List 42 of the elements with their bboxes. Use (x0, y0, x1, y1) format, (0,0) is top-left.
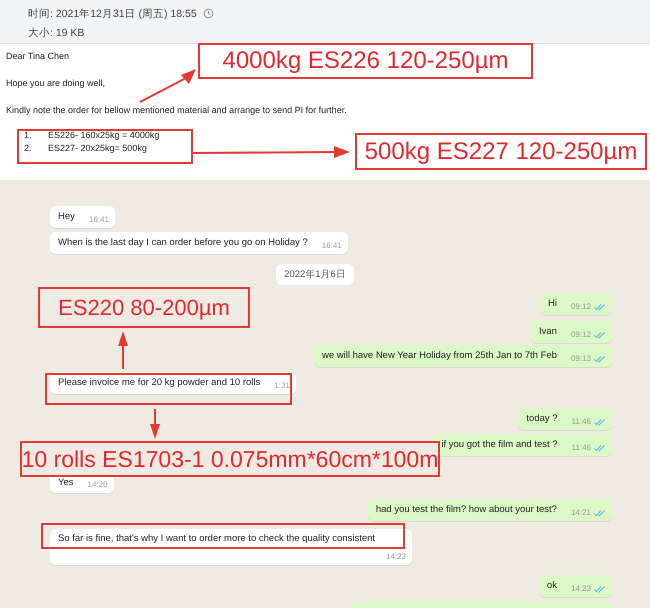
list-number: 2. (24, 142, 32, 155)
annotation-arrow (118, 331, 128, 369)
message-time: 14:21 (570, 508, 591, 518)
sent-time: 时间: 2021年12月31日 (周五) 18:55 (28, 6, 197, 20)
message-time: 09:13 (570, 354, 591, 364)
message-time: 16:41 (88, 215, 109, 225)
order-line: ES226- 160x25kg = 4000kg (48, 129, 160, 142)
message-size: 大小: 19 KB (28, 26, 84, 40)
message-text: if you got the film and test ? (441, 438, 558, 452)
annotation-label: 500kg ES227 120-250µm (355, 133, 647, 170)
message-text: Yes (58, 476, 74, 490)
message-time: 09:12 (570, 330, 591, 340)
message-text: When is the last day I can order before you go on Holiday ? (58, 236, 308, 250)
order-line: ES227- 20x25kg= 500kg (48, 142, 147, 155)
message-time: 09:12 (570, 302, 591, 312)
message-text: So far is fine, that's why I want to order more to check the quality consistent (58, 532, 376, 546)
date-chip: 2022年1月6日 (276, 264, 354, 285)
message-time: 14:20 (88, 480, 108, 490)
message-time: 16:41 (322, 241, 342, 251)
message-text: ok (546, 579, 557, 593)
annotation-label: 10 rolls ES1703-1 0.075mm*60cm*100m (20, 441, 440, 477)
annotation-label: 4000kg ES226 120-250µm (198, 43, 533, 79)
annotation-arrow (150, 409, 160, 439)
email-paragraph: Kindly note the order for bellow mentioned material and arrange to send PI for further. (6, 105, 347, 115)
list-number: 1. (24, 129, 32, 142)
message-text: Hi (548, 297, 557, 311)
message-text: Ivan (539, 325, 557, 339)
greeting-text: Dear Tina Chen (6, 51, 70, 61)
message-time: 11:46 (572, 417, 591, 427)
message-text: Hey (58, 210, 75, 224)
message-text: today ? (526, 412, 558, 426)
email-paragraph: Hope you are doing well, (6, 78, 106, 88)
message-text: we will have New Year Holiday from 25th Jan to 7th Feb (322, 349, 557, 363)
message-text: Please invoice me for 20 kg powder and 10 rolls (58, 376, 260, 390)
message-time: 14:23 (386, 552, 406, 562)
annotation-arrow (140, 69, 196, 103)
annotation-label: ES220 80-200µm (38, 287, 250, 328)
message-text: had you test the film? how about your test? (376, 503, 557, 517)
message-time: 14:23 (570, 584, 591, 594)
message-time: 11:46 (572, 443, 591, 453)
clock-icon[interactable] (202, 8, 214, 19)
message-time: 1:31 (274, 381, 290, 391)
